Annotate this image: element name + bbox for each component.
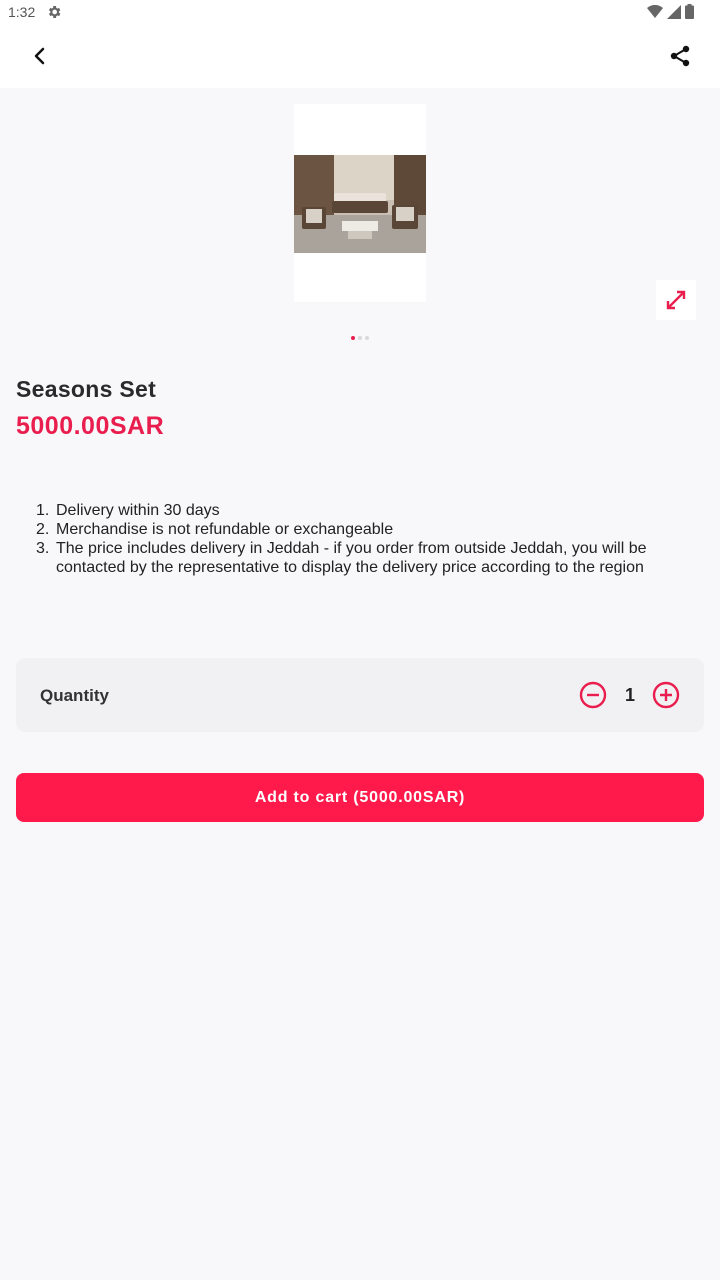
signal-icon [667, 4, 681, 19]
expand-button[interactable] [656, 280, 696, 320]
status-time: 1:32 [8, 4, 36, 20]
plus-circle-icon[interactable] [652, 681, 680, 709]
description-item: 2. Merchandise is not refundable or exch… [36, 520, 676, 539]
minus-circle-icon[interactable] [579, 681, 607, 709]
description-item: 1. Delivery within 30 days [36, 501, 676, 520]
gear-icon [48, 6, 61, 18]
description-text: Delivery within 30 days [56, 502, 220, 519]
add-to-cart-button[interactable]: Add to cart (5000.00SAR) [16, 773, 704, 822]
sofa-set-illustration [294, 155, 426, 253]
page-indicator [351, 336, 369, 340]
quantity-label: Quantity [40, 686, 109, 705]
description-number: 2. [36, 521, 50, 538]
battery-icon [685, 4, 694, 19]
product-title: Seasons Set [16, 376, 157, 402]
wifi-icon [647, 4, 663, 18]
chevron-left-icon [34, 47, 45, 65]
status-bar: 1:32 [0, 0, 720, 24]
sofa-set-photo [294, 155, 426, 253]
share-icon [670, 45, 690, 67]
page-dot[interactable] [358, 336, 362, 340]
back-button[interactable] [24, 40, 56, 72]
description-number: 1. [36, 502, 50, 519]
description-text: The price includes delivery in Jeddah - … [56, 540, 647, 576]
image-gallery[interactable] [0, 88, 720, 348]
description-item: 3. The price includes delivery in Jeddah… [36, 539, 676, 577]
share-button[interactable] [664, 40, 696, 72]
quantity-card: Quantity 1 [16, 658, 704, 732]
add-to-cart-label: Add to cart (5000.00SAR) [254, 788, 466, 806]
description-text: Merchandise is not refundable or exchang… [56, 521, 394, 538]
description-number: 3. [36, 540, 50, 557]
product-image[interactable] [294, 104, 426, 302]
page-dot[interactable] [365, 336, 369, 340]
quantity-value: 1 [624, 685, 635, 705]
status-icons [647, 4, 694, 19]
app-bar [0, 24, 720, 88]
product-price: 5000.00SAR [16, 412, 165, 440]
expand-arrows-icon [666, 290, 686, 310]
page-dot-active[interactable] [351, 336, 355, 340]
product-description: 1. Delivery within 30 days 2. Merchandis… [36, 501, 676, 577]
